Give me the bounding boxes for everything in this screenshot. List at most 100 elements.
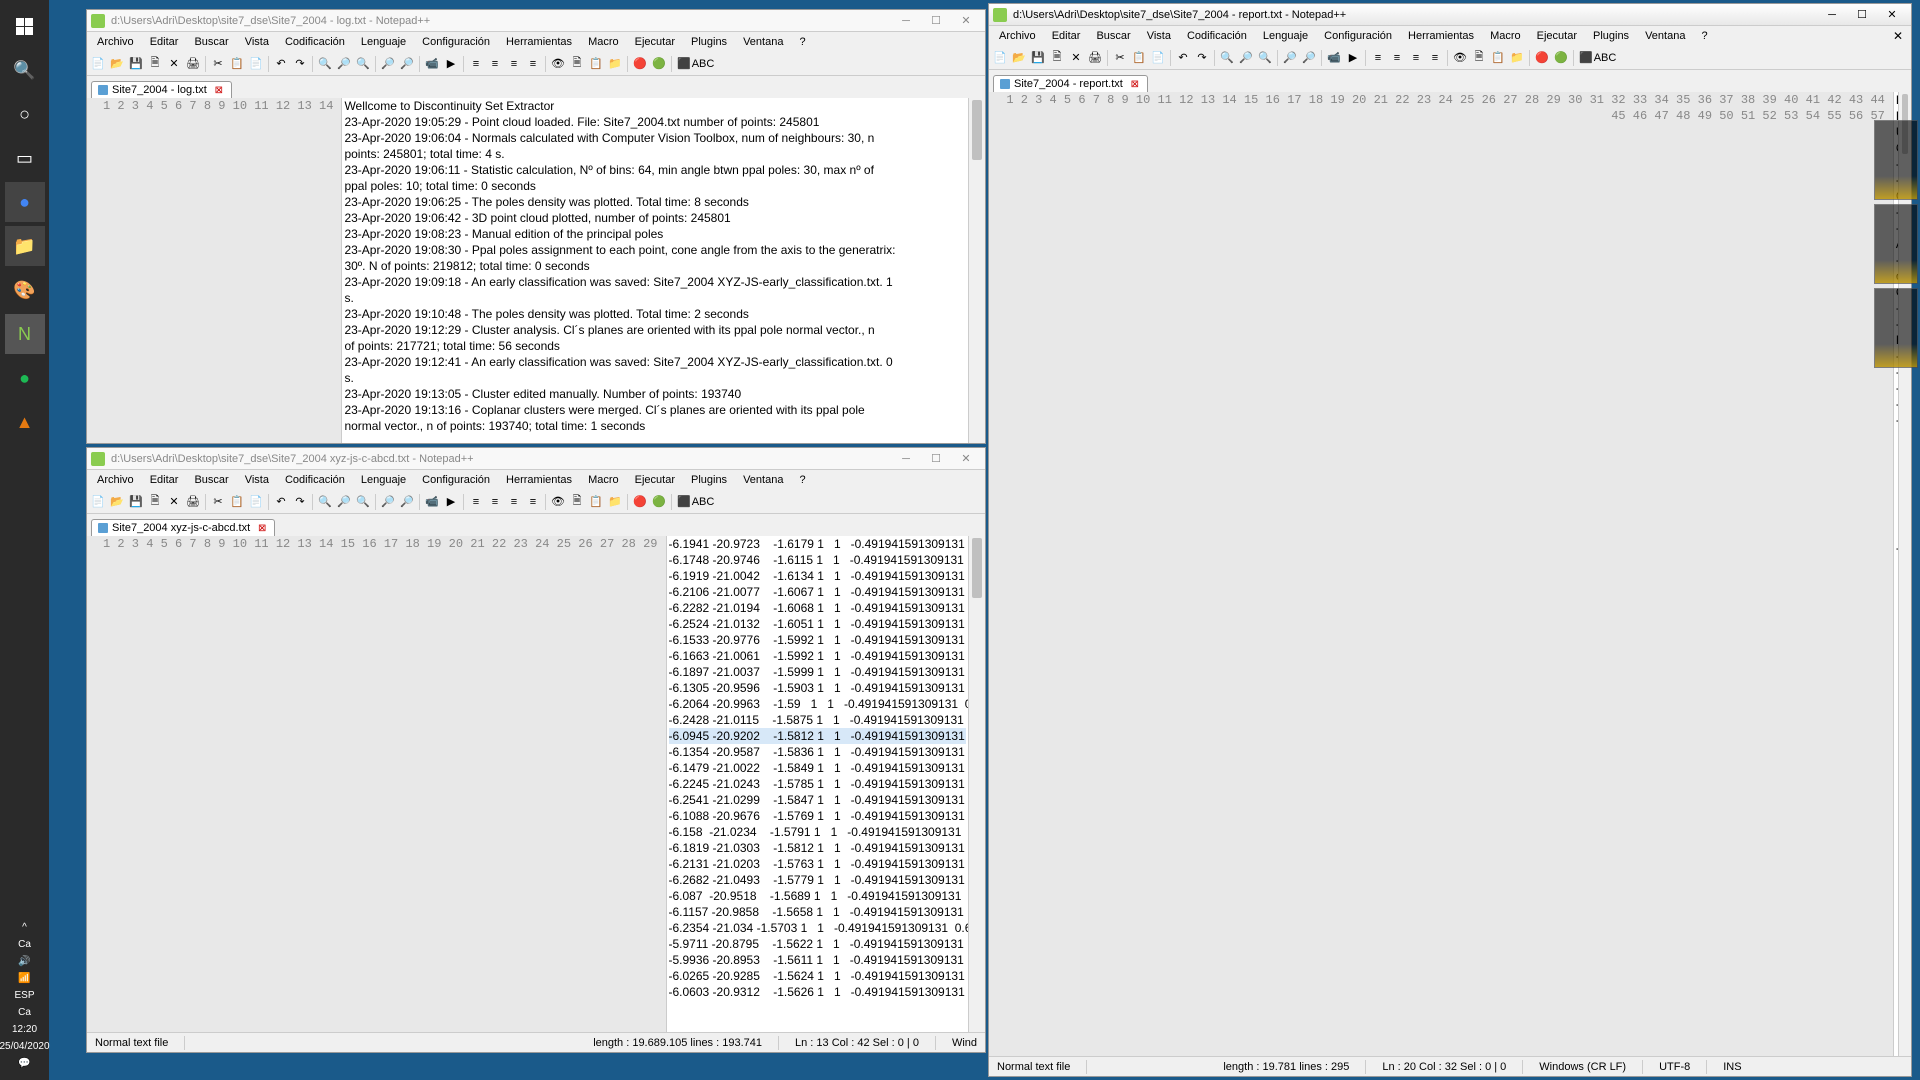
toolbar-button[interactable]: ↷: [291, 493, 309, 511]
toolbar-button[interactable]: 🔎: [335, 493, 353, 511]
toolbar-button[interactable]: 👁: [549, 55, 567, 73]
notifications-icon[interactable]: 💬: [18, 1058, 30, 1069]
cortana-icon[interactable]: ○: [5, 94, 45, 134]
toolbar-button[interactable]: ≡: [505, 55, 523, 73]
toolbar-button[interactable]: 🔎: [398, 55, 416, 73]
menu-herramientas[interactable]: Herramientas: [498, 472, 580, 488]
maximize-button[interactable]: ☐: [1847, 6, 1877, 24]
toolbar-button[interactable]: 💾: [127, 55, 145, 73]
menu-editar[interactable]: Editar: [142, 472, 187, 488]
toolbar-button[interactable]: 📋: [1130, 49, 1148, 67]
menu-herramientas[interactable]: Herramientas: [498, 34, 580, 50]
toolbar-button[interactable]: ≡: [467, 493, 485, 511]
menu-plugins[interactable]: Plugins: [683, 472, 735, 488]
toolbar-button[interactable]: 🖨: [184, 493, 202, 511]
toolbar-button[interactable]: 🔎: [335, 55, 353, 73]
maximize-button[interactable]: ☐: [921, 12, 951, 30]
editor[interactable]: 1 2 3 4 5 6 7 8 9 10 11 12 13 14 15 16 1…: [989, 92, 1911, 1056]
toolbar-button[interactable]: ⬛: [675, 55, 693, 73]
text-content[interactable]: Wellcome to Discontinuity Set Extractor2…: [342, 98, 968, 443]
toolbar-button[interactable]: 📋: [587, 493, 605, 511]
toolbar-button[interactable]: 🔍: [316, 493, 334, 511]
menu-archivo[interactable]: Archivo: [991, 28, 1044, 44]
toolbar-button[interactable]: 🔎: [379, 493, 397, 511]
toolbar-button[interactable]: ≡: [1388, 49, 1406, 67]
toolbar-button[interactable]: 📹: [423, 55, 441, 73]
tab-close-icon[interactable]: ⊠: [213, 84, 225, 96]
toolbar-button[interactable]: 📄: [991, 49, 1009, 67]
toolbar-button[interactable]: 🔎: [1281, 49, 1299, 67]
file-tab[interactable]: Site7_2004 - log.txt ⊠: [91, 81, 232, 98]
toolbar-button[interactable]: 🟢: [1552, 49, 1570, 67]
toolbar-button[interactable]: ↶: [272, 55, 290, 73]
toolbar-button[interactable]: 📁: [606, 493, 624, 511]
toolbar-button[interactable]: 🔴: [631, 493, 649, 511]
menu-?[interactable]: ?: [791, 472, 813, 488]
menu-ventana[interactable]: Ventana: [1637, 28, 1693, 44]
chrome-icon[interactable]: ●: [5, 182, 45, 222]
menu-codificación[interactable]: Codificación: [1179, 28, 1255, 44]
menu-plugins[interactable]: Plugins: [1585, 28, 1637, 44]
menu-?[interactable]: ?: [1693, 28, 1715, 44]
toolbar-button[interactable]: ≡: [486, 493, 504, 511]
toolbar-button[interactable]: ⬛: [675, 493, 693, 511]
toolbar-button[interactable]: 📋: [228, 55, 246, 73]
menu-codificación[interactable]: Codificación: [277, 34, 353, 50]
toolbar-button[interactable]: 🗎: [1470, 49, 1488, 67]
toolbar-button[interactable]: ≡: [1426, 49, 1444, 67]
clock-date[interactable]: 25/04/2020: [0, 1041, 50, 1052]
menu-archivo[interactable]: Archivo: [89, 472, 142, 488]
toolbar-button[interactable]: 📂: [1010, 49, 1028, 67]
minimize-button[interactable]: ─: [891, 12, 921, 30]
toolbar-button[interactable]: 📄: [247, 55, 265, 73]
app-icon[interactable]: ▲: [5, 402, 45, 442]
toolbar-button[interactable]: ✕: [165, 493, 183, 511]
toolbar-button[interactable]: 🗎: [1048, 49, 1066, 67]
toolbar-button[interactable]: ✂: [209, 55, 227, 73]
menu-ejecutar[interactable]: Ejecutar: [627, 34, 683, 50]
toolbar-button[interactable]: ▶: [1344, 49, 1362, 67]
toolbar-button[interactable]: 🖨: [184, 55, 202, 73]
toolbar-button[interactable]: ≡: [467, 55, 485, 73]
toolbar-button[interactable]: 💾: [1029, 49, 1047, 67]
toolbar-button[interactable]: ≡: [524, 493, 542, 511]
toolbar-button[interactable]: 📁: [606, 55, 624, 73]
toolbar-button[interactable]: 🟢: [650, 55, 668, 73]
menu-?[interactable]: ?: [791, 34, 813, 50]
toolbar-button[interactable]: 📄: [89, 55, 107, 73]
toolbar-button[interactable]: ↷: [1193, 49, 1211, 67]
toolbar-button[interactable]: 🖨: [1086, 49, 1104, 67]
close-button[interactable]: ✕: [951, 12, 981, 30]
toolbar-button[interactable]: ✂: [1111, 49, 1129, 67]
file-tab[interactable]: Site7_2004 xyz-js-c-abcd.txt ⊠: [91, 519, 275, 536]
toolbar-button[interactable]: ✕: [1067, 49, 1085, 67]
toolbar-button[interactable]: ≡: [1407, 49, 1425, 67]
toolbar-button[interactable]: 🔎: [1237, 49, 1255, 67]
toolbar-button[interactable]: 📹: [423, 493, 441, 511]
toolbar-button[interactable]: ABC: [694, 493, 712, 511]
menu-editar[interactable]: Editar: [1044, 28, 1089, 44]
menu-buscar[interactable]: Buscar: [1088, 28, 1138, 44]
tab-close-icon[interactable]: ⊠: [1129, 78, 1141, 90]
toolbar-button[interactable]: 🔍: [1218, 49, 1236, 67]
search-icon[interactable]: 🔍: [5, 50, 45, 90]
network-icon[interactable]: 📶: [18, 973, 30, 984]
menu-lenguaje[interactable]: Lenguaje: [353, 34, 414, 50]
menu-editar[interactable]: Editar: [142, 34, 187, 50]
toolbar-button[interactable]: ≡: [1369, 49, 1387, 67]
toolbar-button[interactable]: ⬛: [1577, 49, 1595, 67]
toolbar-button[interactable]: 🔎: [379, 55, 397, 73]
explorer-icon[interactable]: 📁: [5, 226, 45, 266]
menu-macro[interactable]: Macro: [580, 472, 627, 488]
chevron-up-icon[interactable]: ^: [22, 922, 27, 933]
toolbar-button[interactable]: 🔍: [1256, 49, 1274, 67]
menu-buscar[interactable]: Buscar: [186, 34, 236, 50]
toolbar-button[interactable]: 📄: [247, 493, 265, 511]
text-content[interactable]: -6.1941 -20.9723 -1.6179 1 1 -0.49194159…: [667, 536, 969, 1032]
toolbar-button[interactable]: 📋: [587, 55, 605, 73]
menu-lenguaje[interactable]: Lenguaje: [1255, 28, 1316, 44]
minimize-button[interactable]: ─: [1817, 6, 1847, 24]
toolbar-button[interactable]: 📄: [89, 493, 107, 511]
menu-vista[interactable]: Vista: [237, 472, 277, 488]
paint-icon[interactable]: 🎨: [5, 270, 45, 310]
